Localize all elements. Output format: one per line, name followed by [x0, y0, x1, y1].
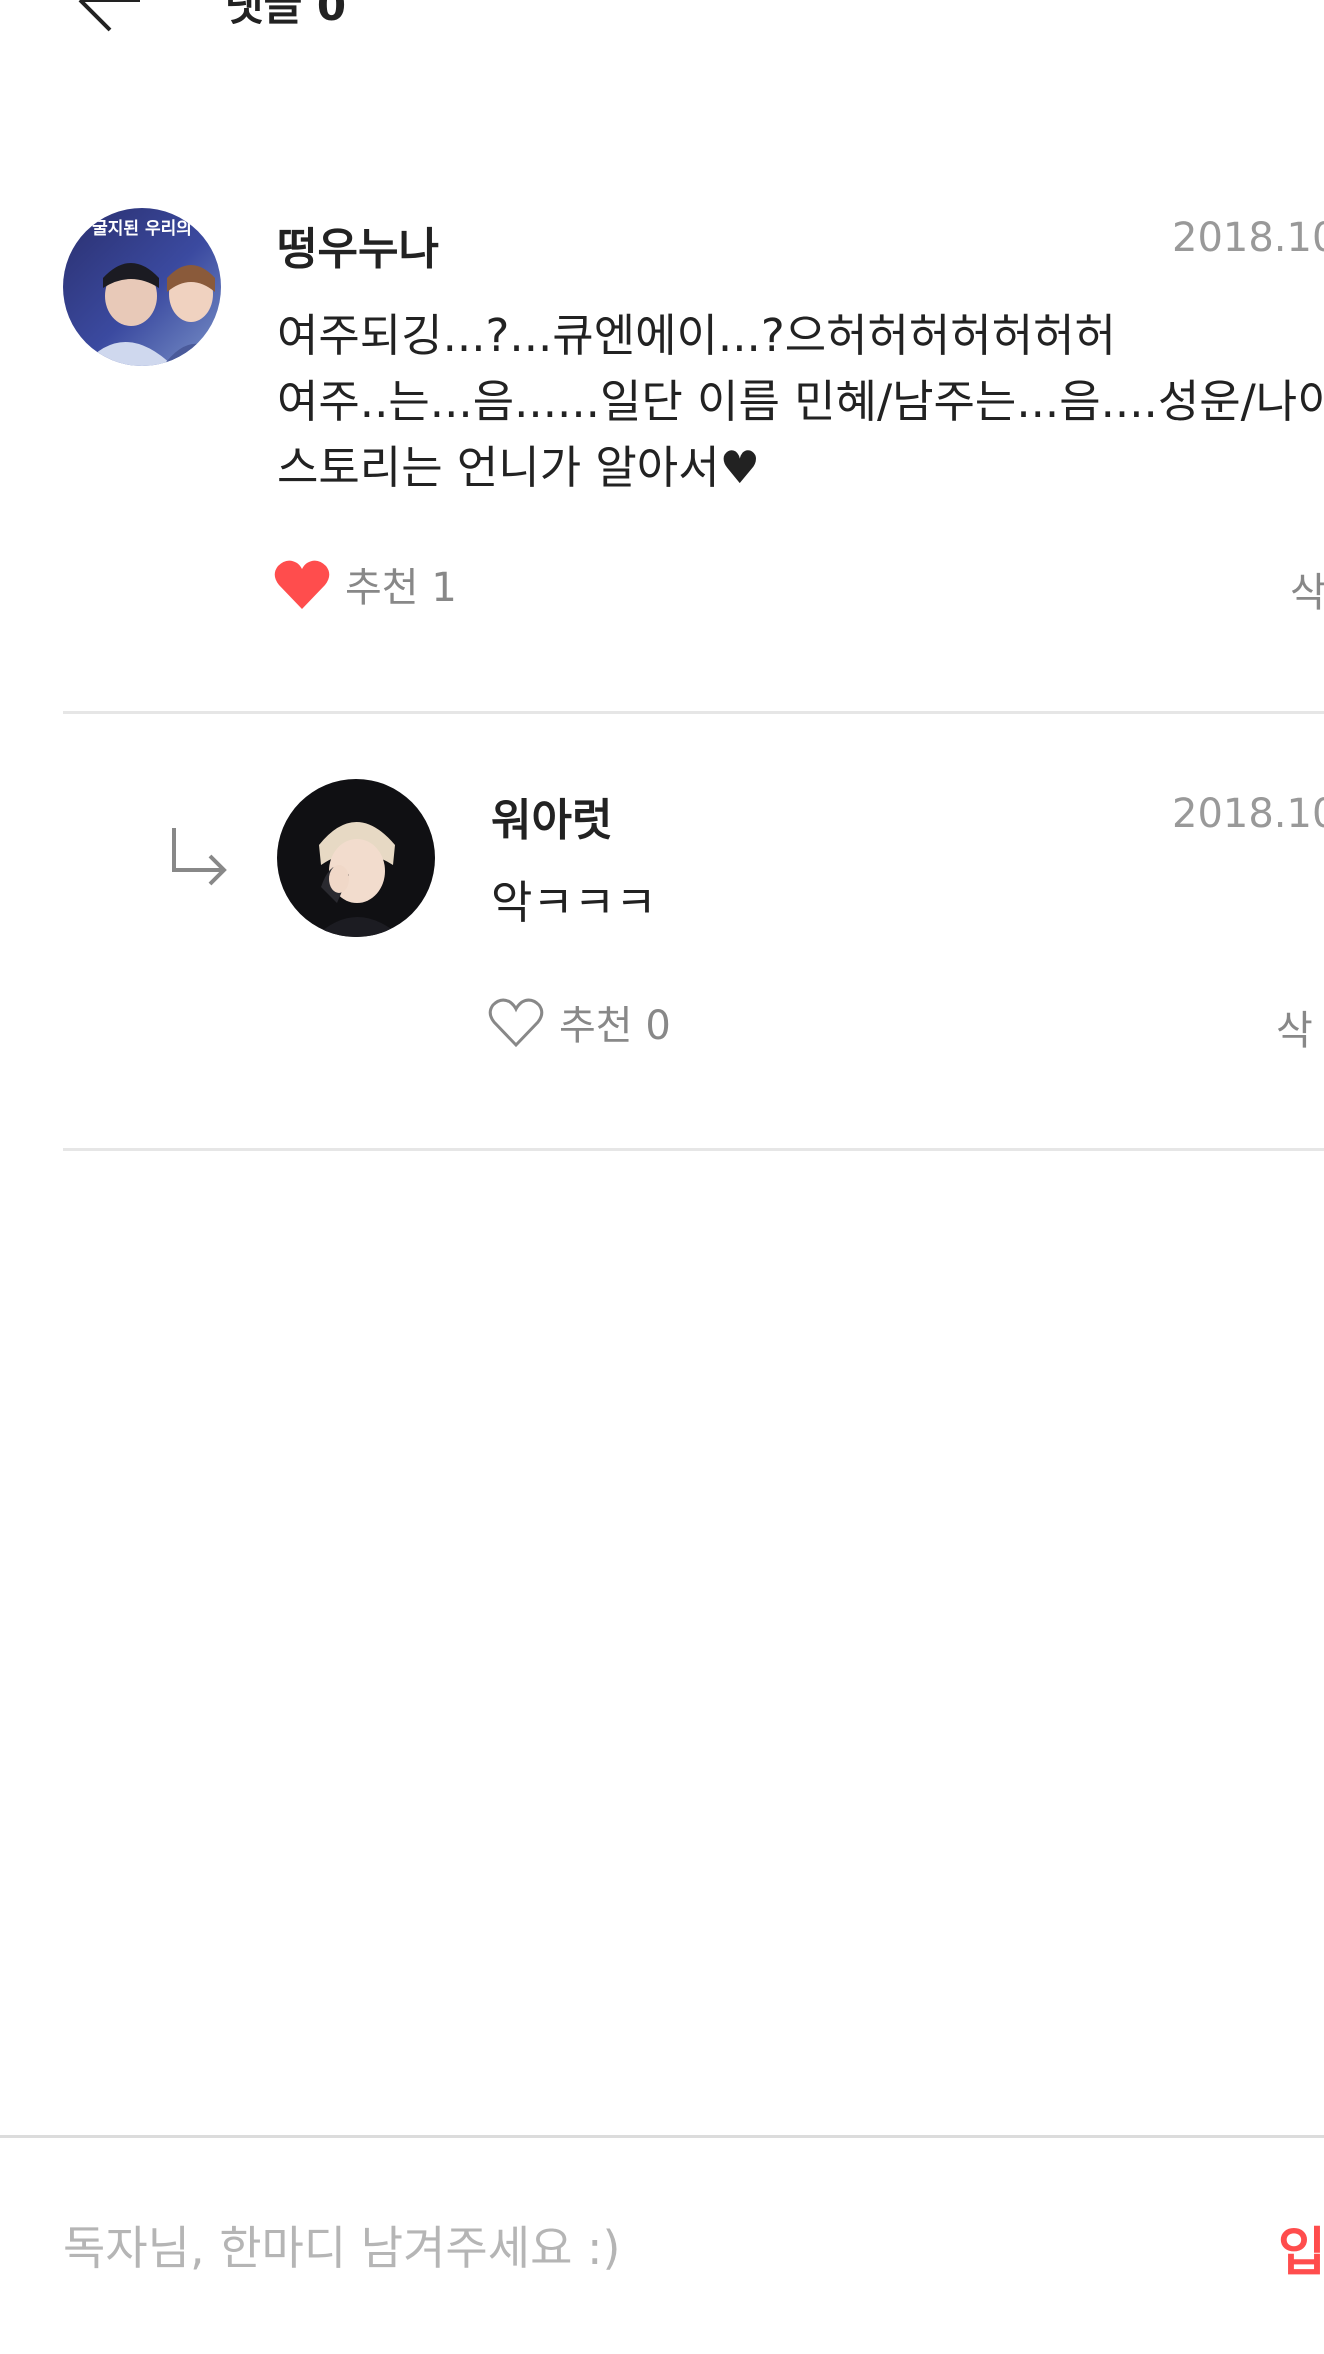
- comment-author[interactable]: 워아럿: [491, 784, 612, 848]
- comment-input-bar: 입: [0, 2135, 1324, 2354]
- comment-date: 2018.10: [1172, 791, 1324, 837]
- header: 댓글 0: [0, 0, 1324, 60]
- avatar[interactable]: 굴지된 우리의: [63, 208, 221, 366]
- comment-date: 2018.10: [1172, 215, 1324, 261]
- heart-filled-icon: [274, 560, 330, 609]
- divider: [63, 711, 1324, 714]
- comments-page: 댓글 0 굴지된 우리의 떵우누나 2018.10 여주되깅...?...큐엔에…: [0, 0, 1324, 2354]
- avatar-caption: 굴지된 우리의: [92, 219, 192, 239]
- back-button[interactable]: [70, 0, 150, 40]
- page-title: 댓글 0: [225, 0, 347, 30]
- avatar-image: [277, 779, 435, 937]
- avatar-image: 굴지된 우리의: [63, 208, 221, 366]
- comment-body: 악ㅋㅋㅋ: [491, 870, 657, 936]
- submit-button[interactable]: 입: [1278, 2210, 1324, 2285]
- comment-line: 스토리는 언니가 알아서♥: [277, 441, 760, 494]
- like-count: 추천 1: [345, 565, 457, 611]
- divider: [63, 1148, 1324, 1151]
- like-count: 추천 0: [559, 1003, 671, 1049]
- delete-link[interactable]: 삭: [1276, 998, 1313, 1056]
- comment-line: 여주되깅...?...큐엔에이...?으허허허허허허허: [277, 309, 1116, 362]
- avatar[interactable]: [277, 779, 435, 937]
- like-button[interactable]: 추천 1: [273, 555, 457, 613]
- comment-line: 악ㅋㅋㅋ: [491, 876, 657, 929]
- comment-author[interactable]: 떵우누나: [277, 213, 439, 277]
- comment-body: 여주되깅...?...큐엔에이...?으허허허허허허허 여주..는...음...…: [277, 303, 1324, 501]
- comment-input[interactable]: [63, 2208, 1213, 2288]
- back-arrow-icon: [78, 0, 140, 32]
- delete-link[interactable]: 삭: [1290, 560, 1324, 618]
- reply-arrow-icon: [172, 828, 227, 886]
- like-button[interactable]: 추천 0: [487, 993, 671, 1051]
- heart-outline-icon: [488, 998, 544, 1048]
- comment-line: 여주..는...음......일단 이름 민혜/남주는...음....성운/나이…: [277, 375, 1324, 428]
